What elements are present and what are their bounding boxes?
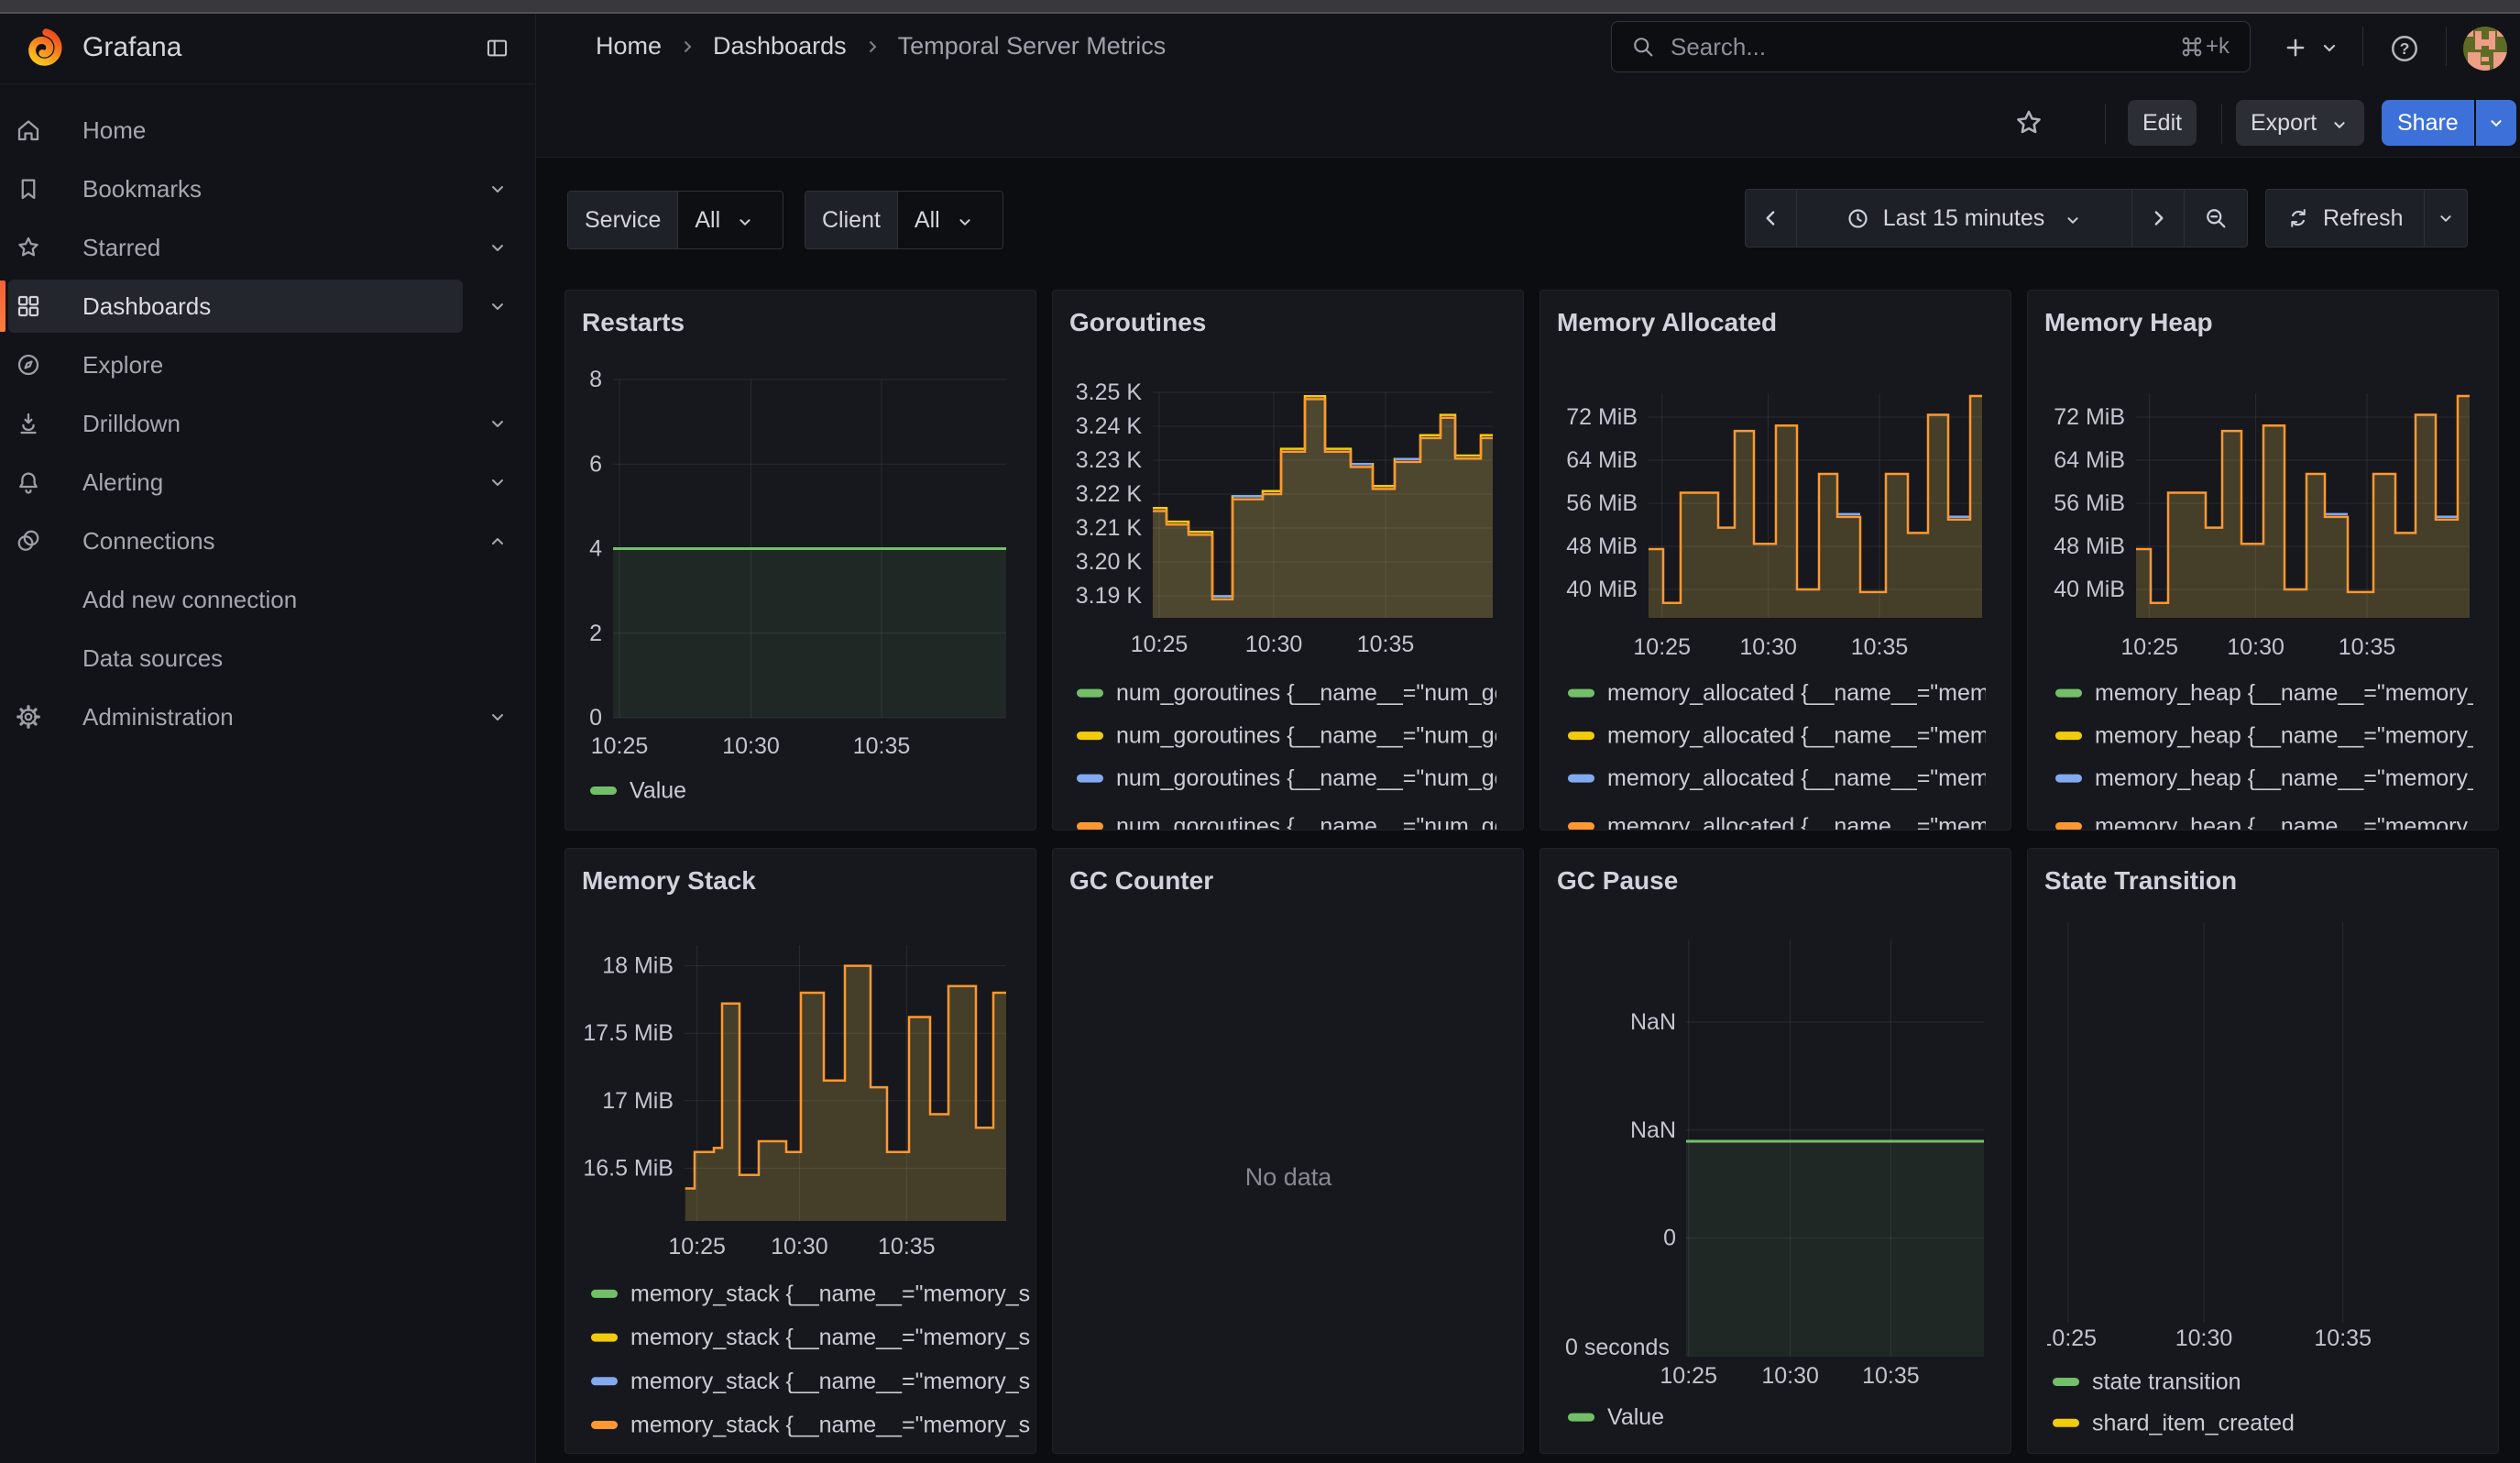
svg-text:10:30: 10:30	[1761, 1363, 1819, 1389]
svg-text:state transition: state transition	[2092, 1370, 2241, 1395]
svg-text:6: 6	[589, 451, 602, 477]
svg-text:8: 8	[589, 367, 602, 392]
svg-text:0: 0	[589, 705, 602, 731]
svg-text:10:25: 10:25	[1633, 634, 1691, 660]
svg-text:10:35: 10:35	[1357, 632, 1415, 657]
svg-text:3.24 K: 3.24 K	[1076, 413, 1143, 439]
svg-text:num_goroutines {__name__="num_: num_goroutines {__name__="num_gor	[1116, 814, 1515, 831]
svg-text:10:30: 10:30	[2227, 634, 2284, 660]
svg-text:NaN: NaN	[1630, 1117, 1676, 1143]
svg-text:?: ?	[2400, 39, 2410, 58]
svg-text:memory_heap {__name__="memory_: memory_heap {__name__="memory_he	[2095, 765, 2499, 791]
svg-text:3.21 K: 3.21 K	[1076, 515, 1143, 541]
svg-text:40 MiB: 40 MiB	[2054, 577, 2125, 602]
svg-text:10:25: 10:25	[2040, 1326, 2098, 1351]
svg-text:10:30: 10:30	[722, 733, 780, 759]
svg-text:memory_stack {__name__="memory: memory_stack {__name__="memory_s	[630, 1369, 1030, 1394]
svg-text:56 MiB: 56 MiB	[1566, 490, 1638, 516]
svg-text:0 seconds: 0 seconds	[1565, 1335, 1670, 1360]
svg-text:shard_item_created: shard_item_created	[2092, 1410, 2295, 1436]
svg-text:40 MiB: 40 MiB	[1566, 577, 1638, 602]
svg-text:num_goroutines {__name__="num_: num_goroutines {__name__="num_gor	[1116, 765, 1515, 791]
svg-text:3.23 K: 3.23 K	[1076, 447, 1143, 473]
svg-text:64 MiB: 64 MiB	[1566, 447, 1638, 473]
svg-text:64 MiB: 64 MiB	[2054, 447, 2125, 473]
svg-text:3.22 K: 3.22 K	[1076, 481, 1143, 507]
svg-text:memory_stack {__name__="memory: memory_stack {__name__="memory_s	[630, 1325, 1030, 1350]
svg-text:memory_allocated {__name__="me: memory_allocated {__name__="memor	[1607, 765, 2010, 791]
svg-text:10:30: 10:30	[1739, 634, 1797, 660]
svg-text:10:35: 10:35	[878, 1234, 936, 1260]
svg-text:0: 0	[1663, 1226, 1676, 1251]
svg-text:10:25: 10:25	[668, 1234, 726, 1260]
svg-text:3.19 K: 3.19 K	[1076, 583, 1143, 609]
svg-text:NaN: NaN	[1630, 1009, 1676, 1035]
svg-text:10:35: 10:35	[1862, 1363, 1920, 1389]
svg-text:memory_allocated {__name__="me: memory_allocated {__name__="memor	[1607, 680, 2010, 706]
svg-text:memory_allocated {__name__="me: memory_allocated {__name__="memor	[1607, 723, 2010, 749]
svg-text:num_goroutines {__name__="num_: num_goroutines {__name__="num_gor	[1116, 680, 1515, 706]
svg-text:10:25: 10:25	[2120, 634, 2178, 660]
svg-text:memory_heap {__name__="memory_: memory_heap {__name__="memory_he	[2095, 680, 2499, 706]
svg-text:10:25: 10:25	[591, 733, 649, 759]
svg-text:17 MiB: 17 MiB	[602, 1088, 674, 1114]
svg-text:10:35: 10:35	[2314, 1326, 2372, 1351]
svg-text:72 MiB: 72 MiB	[1566, 404, 1638, 430]
svg-text:10:25: 10:25	[1660, 1363, 1717, 1389]
svg-text:10:30: 10:30	[771, 1234, 828, 1260]
svg-text:48 MiB: 48 MiB	[2054, 534, 2125, 559]
svg-text:4: 4	[589, 536, 602, 562]
svg-text:Value: Value	[1607, 1404, 1664, 1430]
svg-text:18 MiB: 18 MiB	[602, 953, 674, 979]
svg-text:16.5 MiB: 16.5 MiB	[583, 1155, 674, 1181]
svg-text:10:35: 10:35	[2339, 634, 2396, 660]
svg-text:Value: Value	[630, 778, 686, 804]
svg-text:10:30: 10:30	[1245, 632, 1303, 657]
svg-text:memory_stack {__name__="memory: memory_stack {__name__="memory_s	[630, 1413, 1030, 1438]
svg-text:56 MiB: 56 MiB	[2054, 490, 2125, 516]
svg-text:10:25: 10:25	[1131, 632, 1189, 657]
svg-text:No data: No data	[1245, 1163, 1333, 1191]
svg-text:memory_heap {__name__="memory_: memory_heap {__name__="memory_he	[2095, 723, 2499, 749]
svg-text:memory_heap {__name__="memory_: memory_heap {__name__="memory_he	[2095, 814, 2499, 831]
svg-text:72 MiB: 72 MiB	[2054, 404, 2125, 430]
svg-text:3.25 K: 3.25 K	[1076, 380, 1143, 405]
svg-text:17.5 MiB: 17.5 MiB	[583, 1020, 674, 1046]
svg-text:10:30: 10:30	[2175, 1326, 2233, 1351]
svg-text:3.20 K: 3.20 K	[1076, 549, 1143, 575]
svg-text:2: 2	[589, 621, 602, 646]
svg-text:memory_stack {__name__="memory: memory_stack {__name__="memory_s	[630, 1281, 1030, 1306]
svg-text:48 MiB: 48 MiB	[1566, 534, 1638, 559]
svg-text:10:35: 10:35	[1851, 634, 1909, 660]
svg-text:memory_allocated {__name__="me: memory_allocated {__name__="memor	[1607, 814, 2010, 831]
svg-text:num_goroutines {__name__="num_: num_goroutines {__name__="num_gor	[1116, 723, 1515, 749]
svg-text:10:35: 10:35	[853, 733, 911, 759]
